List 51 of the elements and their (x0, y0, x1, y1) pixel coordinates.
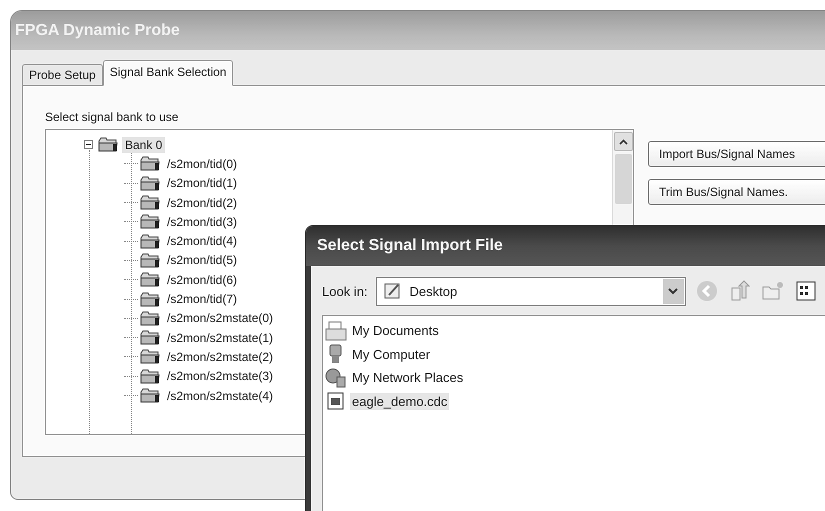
window-title: FPGA Dynamic Probe (15, 22, 180, 40)
folder-icon (140, 330, 160, 346)
folder-icon (140, 156, 160, 172)
scroll-up-icon (618, 138, 628, 144)
file-item[interactable]: My Documents (350, 322, 441, 340)
folder-icon (140, 368, 160, 384)
tree-item[interactable]: /s2mon/tid(4) (164, 233, 240, 250)
folder-icon (98, 137, 118, 152)
tree-item[interactable]: /s2mon/tid(2) (164, 194, 240, 211)
network-icon (325, 368, 347, 388)
tree-item[interactable]: /s2mon/s2mstate(2) (164, 348, 276, 365)
file-item[interactable]: eagle_demo.cdc (350, 392, 450, 410)
tree-item[interactable]: /s2mon/s2mstate(1) (164, 330, 276, 346)
tree-item[interactable]: Bank 0 (122, 136, 166, 153)
action-button[interactable]: Trim Bus/Signal Names. (648, 179, 825, 205)
folder-icon (140, 310, 160, 326)
tree-item[interactable]: /s2mon/s2mstate(0) (164, 310, 276, 326)
documents-icon (325, 320, 347, 341)
folder-icon (140, 252, 160, 268)
folder-icon (140, 388, 160, 403)
file-item[interactable]: My Computer (350, 346, 432, 363)
tree-item[interactable]: /s2mon/tid(6) (164, 272, 240, 288)
folder-icon (140, 195, 160, 210)
new-folder-icon[interactable] (762, 281, 784, 301)
action-button[interactable]: Import Bus/Signal Names (648, 141, 825, 167)
folder-icon (140, 272, 160, 288)
scroll-thumb[interactable] (614, 154, 632, 204)
tree-item[interactable]: /s2mon/s2mstate(3) (164, 368, 276, 384)
tab[interactable]: Probe Setup (22, 64, 103, 86)
tree-item[interactable]: /s2mon/tid(7) (164, 291, 240, 308)
tree-item[interactable]: /s2mon/tid(0) (164, 156, 240, 172)
tree-item[interactable]: /s2mon/s2mstate(4) (164, 388, 276, 404)
tree-item[interactable]: /s2mon/tid(1) (164, 175, 240, 192)
folder-icon (140, 292, 160, 307)
tree-item[interactable]: /s2mon/tid(5) (164, 252, 240, 268)
file-item[interactable]: My Network Places (350, 369, 466, 386)
tab[interactable]: Signal Bank Selection (102, 60, 234, 86)
look-in-label: Look in: (322, 284, 368, 298)
up-folder-icon[interactable] (730, 280, 750, 302)
chevron-down-icon (668, 288, 678, 294)
folder-icon (140, 214, 160, 230)
folder-icon (140, 176, 160, 191)
view-menu-icon[interactable] (796, 280, 816, 302)
collapse-toggle[interactable] (84, 140, 93, 150)
look-in-dropdown[interactable]: Desktop (376, 276, 686, 306)
tree-item[interactable]: /s2mon/tid(3) (164, 214, 240, 230)
tree-label: Select signal bank to use (45, 110, 180, 124)
folder-icon (140, 349, 160, 364)
back-icon[interactable] (696, 280, 718, 302)
folder-icon (140, 234, 160, 249)
dialog-title: Select Signal Import File (317, 237, 503, 255)
